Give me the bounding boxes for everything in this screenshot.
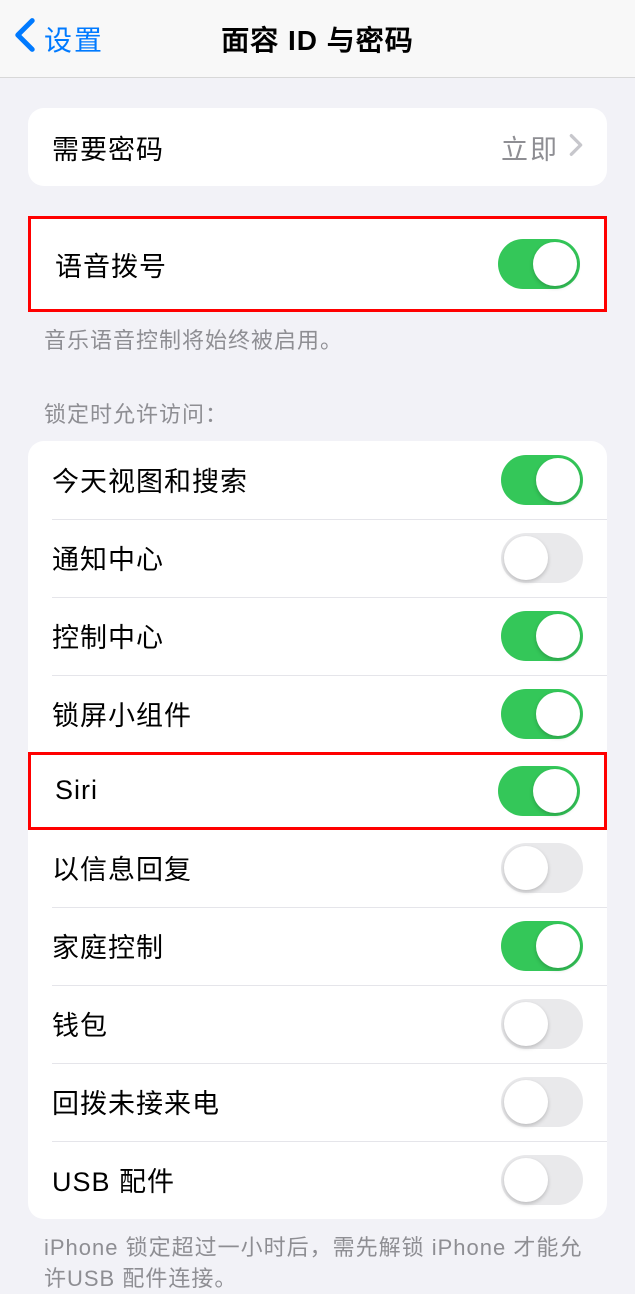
toggle-knob	[536, 692, 580, 736]
footer-usb: iPhone 锁定超过一小时后，需先解锁 iPhone 才能允许USB 配件连接…	[44, 1233, 591, 1294]
back-label: 设置	[44, 19, 104, 59]
row-label: 以信息回复	[52, 848, 192, 887]
row-label: Siri	[55, 775, 98, 806]
toggle-notification-center[interactable]	[501, 533, 583, 583]
row-value: 立即	[501, 128, 583, 167]
row-label: 语音拨号	[55, 245, 167, 284]
row-label: 锁屏小组件	[52, 694, 192, 733]
row-require-passcode[interactable]: 需要密码 立即	[28, 108, 607, 186]
toggle-siri[interactable]	[498, 766, 580, 816]
toggle-home-control[interactable]	[501, 921, 583, 971]
row-reply-with-message[interactable]: 以信息回复	[28, 829, 607, 907]
chevron-right-icon	[569, 133, 583, 162]
group-require-passcode: 需要密码 立即	[28, 108, 607, 186]
row-label: 今天视图和搜索	[52, 460, 248, 499]
toggle-lock-screen-widgets[interactable]	[501, 689, 583, 739]
row-home-control[interactable]: 家庭控制	[28, 907, 607, 985]
toggle-knob	[533, 242, 577, 286]
group-lock-access: 今天视图和搜索 通知中心 控制中心 锁屏小组件 Siri	[28, 441, 607, 1219]
toggle-voice-dial[interactable]	[498, 239, 580, 289]
toggle-knob	[536, 614, 580, 658]
row-label: 需要密码	[52, 128, 164, 167]
toggle-return-missed-calls[interactable]	[501, 1077, 583, 1127]
row-siri[interactable]: Siri	[28, 752, 607, 830]
toggle-knob	[504, 1002, 548, 1046]
navigation-bar: 设置 面容 ID 与密码	[0, 0, 635, 78]
row-today-view[interactable]: 今天视图和搜索	[28, 441, 607, 519]
row-label: 家庭控制	[52, 926, 164, 965]
toggle-control-center[interactable]	[501, 611, 583, 661]
row-label: 控制中心	[52, 616, 164, 655]
chevron-left-icon	[14, 17, 36, 60]
row-label: 通知中心	[52, 538, 164, 577]
footer-voice-dial: 音乐语音控制将始终被启用。	[44, 326, 591, 357]
row-usb-accessories[interactable]: USB 配件	[28, 1141, 607, 1219]
row-control-center[interactable]: 控制中心	[28, 597, 607, 675]
toggle-usb-accessories[interactable]	[501, 1155, 583, 1205]
toggle-knob	[504, 536, 548, 580]
toggle-knob	[533, 769, 577, 813]
toggle-knob	[536, 924, 580, 968]
toggle-wallet[interactable]	[501, 999, 583, 1049]
row-voice-dial[interactable]: 语音拨号	[31, 219, 604, 309]
toggle-knob	[504, 1080, 548, 1124]
row-label: 回拨未接来电	[52, 1082, 220, 1121]
toggle-reply-with-message[interactable]	[501, 843, 583, 893]
row-label: 钱包	[52, 1004, 108, 1043]
row-return-missed-calls[interactable]: 回拨未接来电	[28, 1063, 607, 1141]
row-notification-center[interactable]: 通知中心	[28, 519, 607, 597]
toggle-today-view[interactable]	[501, 455, 583, 505]
toggle-knob	[504, 1158, 548, 1202]
header-lock-access: 锁定时允许访问：	[44, 397, 591, 429]
toggle-knob	[536, 458, 580, 502]
toggle-knob	[504, 846, 548, 890]
row-label: USB 配件	[52, 1160, 175, 1199]
back-button[interactable]: 设置	[0, 17, 104, 60]
value-text: 立即	[501, 128, 559, 167]
highlight-voice-dial: 语音拨号	[28, 216, 607, 312]
row-lock-screen-widgets[interactable]: 锁屏小组件	[28, 675, 607, 753]
row-wallet[interactable]: 钱包	[28, 985, 607, 1063]
